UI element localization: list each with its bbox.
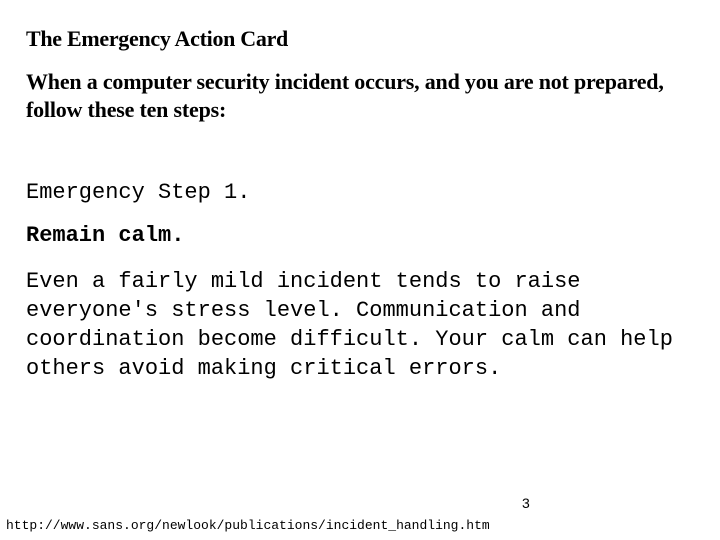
step-heading: Remain calm. bbox=[26, 223, 185, 248]
footer-url: http://www.sans.org/newlook/publications… bbox=[6, 518, 490, 533]
page-number: 3 bbox=[522, 495, 530, 511]
step-body: Even a fairly mild incident tends to rai… bbox=[26, 269, 673, 381]
intro-text: When a computer security incident occurs… bbox=[26, 69, 664, 122]
document-title: The Emergency Action Card bbox=[26, 26, 288, 51]
step-label: Emergency Step 1. bbox=[26, 180, 251, 205]
